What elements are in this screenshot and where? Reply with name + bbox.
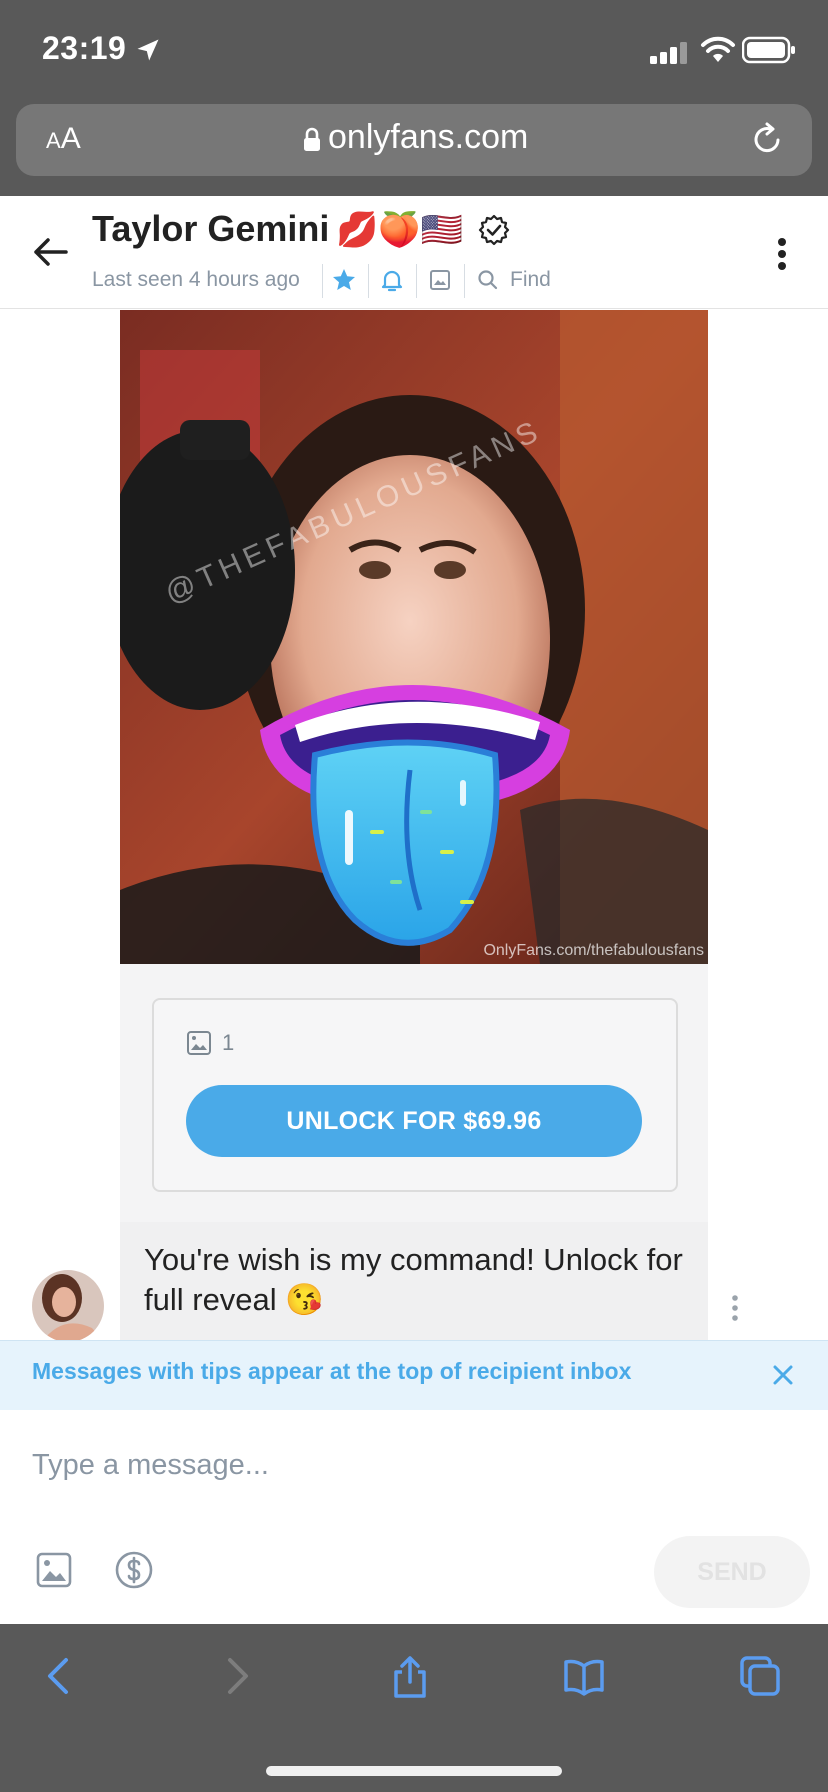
tabs-icon[interactable] [738, 1654, 782, 1698]
name-emojis: 💋🍑🇺🇸 [336, 211, 464, 249]
share-icon[interactable] [388, 1654, 432, 1698]
status-time: 23:19 [42, 30, 127, 66]
location-arrow-icon [137, 39, 159, 61]
header-divider [464, 264, 465, 298]
tips-banner-text: Messages with tips appear at the top of … [32, 1358, 632, 1384]
message-input[interactable] [32, 1440, 772, 1490]
reload-icon[interactable] [748, 120, 786, 158]
message-photo[interactable]: @THEFABULOUSFANS OnlyFans.com/thefabulou… [120, 310, 708, 964]
more-vertical-icon[interactable] [770, 234, 794, 274]
forward-chevron-icon[interactable] [214, 1654, 258, 1698]
back-arrow-icon[interactable] [30, 232, 70, 272]
aa-large: A [60, 122, 81, 155]
star-icon[interactable] [330, 266, 358, 294]
media-count: 1 [222, 1030, 235, 1055]
wifi-icon [701, 36, 735, 62]
photo-image [120, 310, 708, 964]
header-divider [416, 264, 417, 298]
contact-name[interactable]: Taylor Gemini [92, 208, 329, 250]
verified-icon [478, 214, 510, 246]
reader-text-size-button[interactable]: AA [46, 122, 81, 156]
back-chevron-icon[interactable] [38, 1654, 82, 1698]
header-divider [322, 264, 323, 298]
search-icon[interactable] [474, 266, 502, 294]
battery-icon [742, 36, 795, 64]
bookmarks-icon[interactable] [562, 1654, 606, 1698]
attach-image-icon[interactable] [36, 1552, 72, 1588]
signal-icon [650, 42, 687, 64]
tip-dollar-icon[interactable] [114, 1550, 154, 1590]
url-text[interactable]: onlyfans.com [328, 118, 528, 157]
last-seen-status: Last seen 4 hours ago [92, 268, 300, 291]
header-divider [368, 264, 369, 298]
message-options-icon[interactable] [730, 1294, 740, 1322]
close-icon[interactable] [770, 1362, 796, 1388]
bell-icon[interactable] [378, 266, 406, 294]
avatar[interactable] [32, 1270, 104, 1342]
lock-icon [304, 127, 320, 151]
photo-watermark-footer: OnlyFans.com/thefabulousfans [483, 942, 704, 959]
image-count-icon [187, 1031, 211, 1055]
find-label[interactable]: Find [510, 268, 551, 292]
avatar-image [32, 1270, 104, 1342]
unlock-button[interactable]: UNLOCK FOR $69.96 [186, 1085, 642, 1157]
send-button[interactable]: SEND [654, 1536, 810, 1608]
image-icon[interactable] [426, 266, 454, 294]
message-text: You're wish is my command! Unlock for fu… [144, 1242, 683, 1317]
aa-small: A [46, 128, 61, 153]
home-indicator [266, 1766, 562, 1776]
